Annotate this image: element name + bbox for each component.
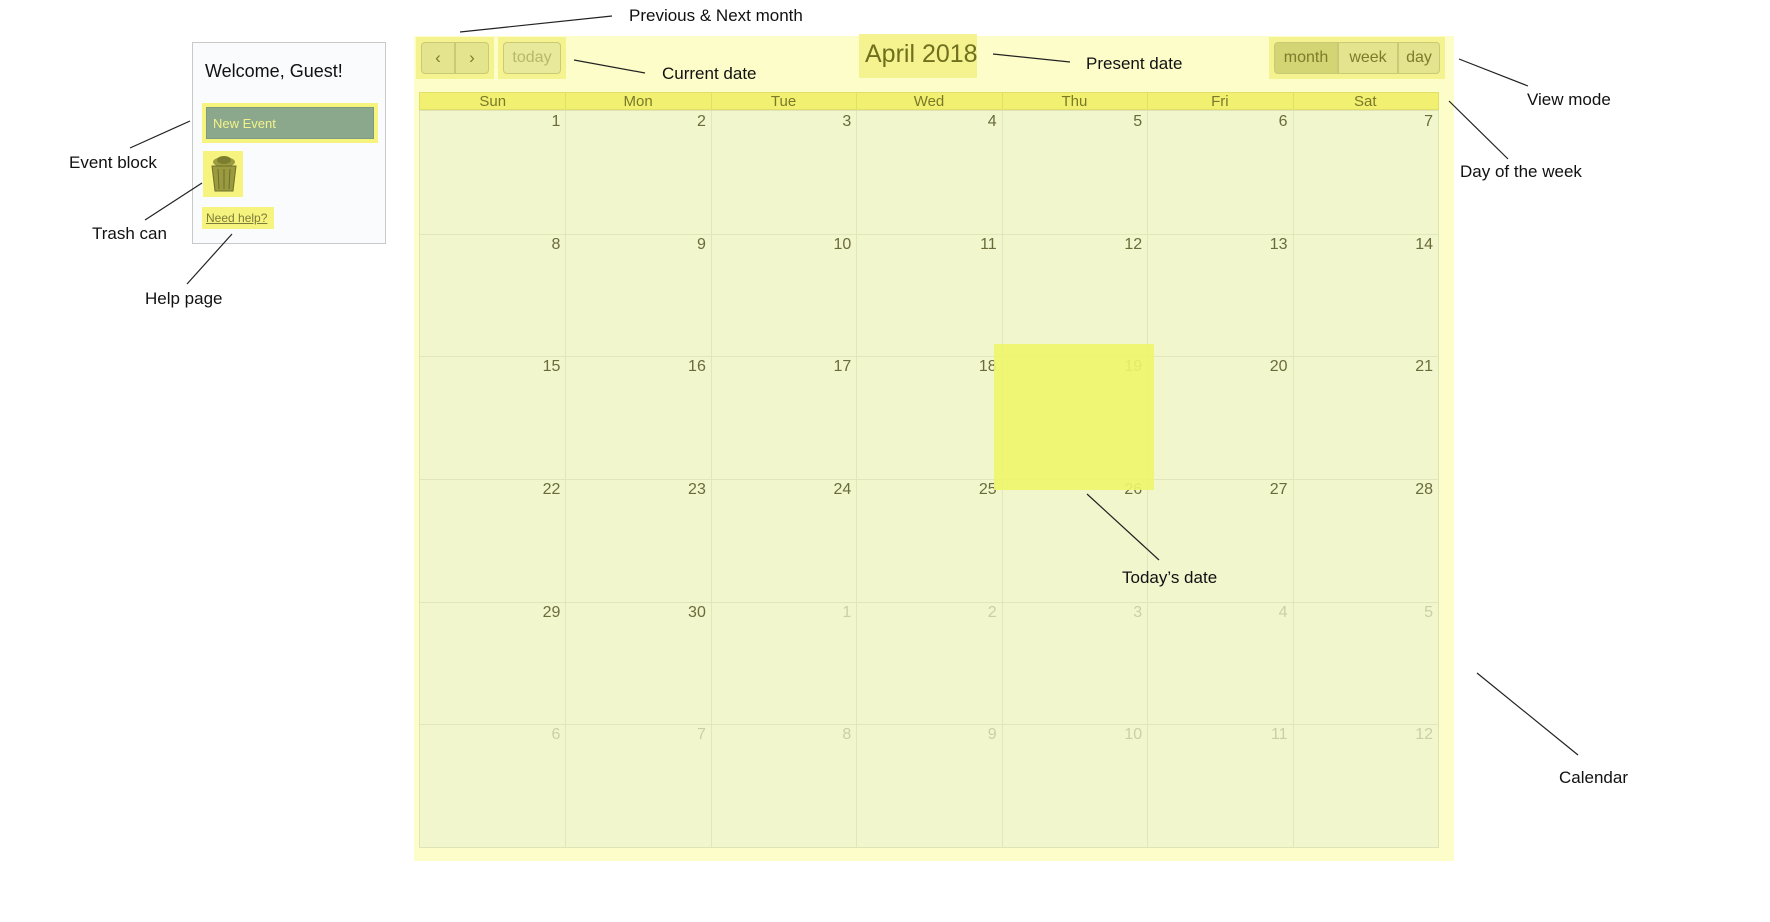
annotation-prev-next: Previous & Next month: [629, 6, 803, 25]
annotation-help-page: Help page: [145, 289, 223, 308]
annotation-lines: [129, 15, 1579, 756]
annotation-view-mode: View mode: [1527, 90, 1611, 109]
annotation-todays-date: Today’s date: [1122, 568, 1218, 587]
annotation-present-date: Present date: [1086, 54, 1183, 73]
annotation-current-date: Current date: [662, 64, 757, 83]
annotation-calendar: Calendar: [1559, 768, 1628, 787]
annotation-event-block: Event block: [69, 153, 157, 172]
annotation-trash-can: Trash can: [92, 224, 167, 243]
annotation-day-of-week: Day of the week: [1460, 162, 1582, 181]
